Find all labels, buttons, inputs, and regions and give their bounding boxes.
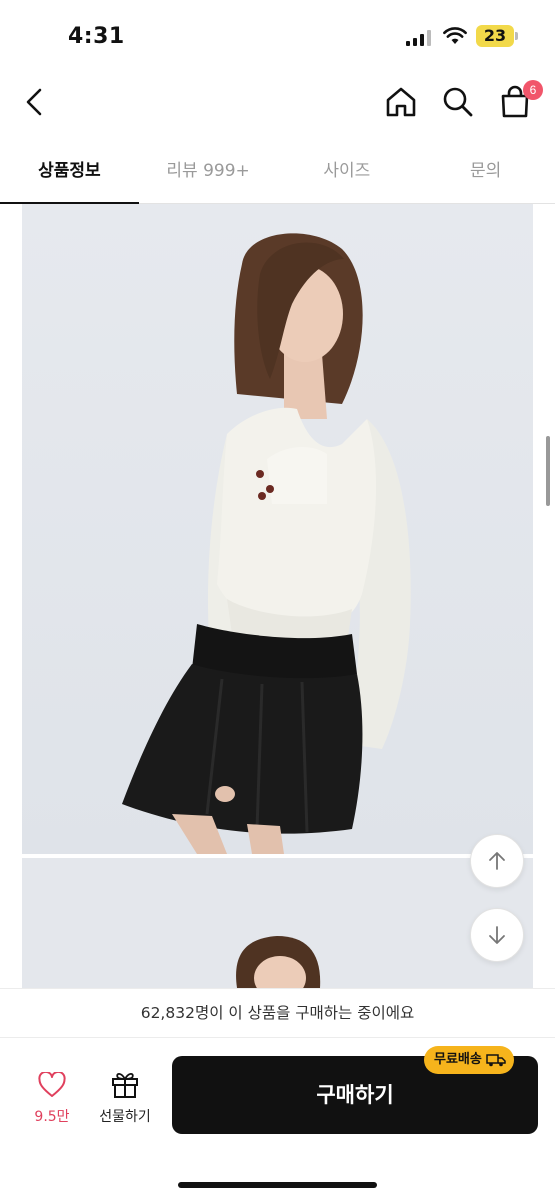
arrow-down-icon <box>489 926 505 944</box>
cart-count-badge: 6 <box>523 80 543 100</box>
search-icon[interactable] <box>440 84 476 120</box>
arrow-up-icon <box>489 852 505 870</box>
product-photo-secondary <box>22 858 533 988</box>
tab-size[interactable]: 사이즈 <box>278 140 417 203</box>
home-icon[interactable] <box>383 84 419 120</box>
gift-label: 선물하기 <box>99 1109 151 1125</box>
home-indicator <box>178 1182 377 1188</box>
model-illustration <box>122 233 411 854</box>
like-count: 9.5만 <box>34 1109 70 1125</box>
model-illustration-secondary <box>236 936 321 988</box>
free-shipping-badge: 무료배송 <box>424 1046 514 1074</box>
wifi-icon <box>443 27 467 44</box>
scroll-to-top-button[interactable] <box>470 834 524 888</box>
tab-product-info[interactable]: 상품정보 <box>0 140 139 204</box>
top-nav-bar <box>0 70 555 136</box>
scroll-indicator <box>546 436 550 506</box>
tab-reviews[interactable]: 리뷰 999+ <box>139 140 278 203</box>
heart-icon <box>38 1070 66 1097</box>
battery-tip <box>515 32 518 40</box>
back-icon[interactable] <box>18 84 54 120</box>
status-time: 4:31 <box>68 24 125 49</box>
bottom-action-bar: 9.5만 선물하기 구매하기 무료배송 <box>0 1038 555 1200</box>
status-bar: 4:31 23 <box>0 0 555 70</box>
purchase-activity-notice: 62,832명이 이 상품을 구매하는 중이에요 <box>0 988 555 1038</box>
product-tabs: 상품정보 리뷰 999+ 사이즈 문의 <box>0 140 555 204</box>
gift-button[interactable]: 선물하기 <box>92 1070 158 1134</box>
like-button[interactable]: 9.5만 <box>22 1070 82 1132</box>
tab-inquiry[interactable]: 문의 <box>416 140 555 203</box>
product-photo <box>22 204 533 854</box>
free-shipping-label: 무료배송 <box>434 1052 482 1067</box>
signal-icon <box>406 30 431 46</box>
truck-icon <box>486 1054 506 1067</box>
scroll-down-button[interactable] <box>470 908 524 962</box>
battery-indicator: 23 <box>476 25 514 47</box>
gift-icon <box>112 1072 138 1098</box>
